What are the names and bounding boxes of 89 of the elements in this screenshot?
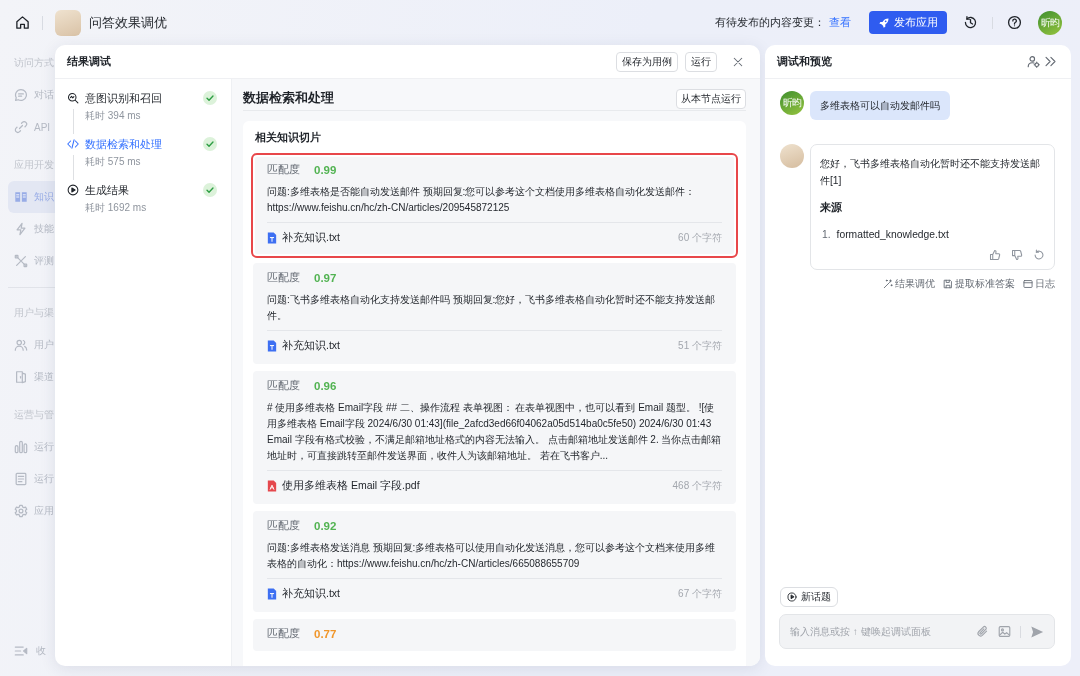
score-value: 0.92 [314, 520, 337, 532]
document-icon [267, 588, 277, 600]
step-title[interactable]: 数据检索和处理 [85, 137, 162, 151]
chunk-text: 问题:飞书多维表格自动化支持发送邮件吗 预期回复:您好，飞书多维表格自动化暂时还不能支持发送邮件。 [267, 293, 717, 323]
help-icon[interactable] [1007, 15, 1022, 30]
image-icon[interactable] [998, 625, 1011, 638]
score-label: 匹配度 [267, 163, 300, 177]
bar-chart-icon [14, 440, 28, 454]
rocket-icon [878, 16, 890, 29]
document-icon [14, 472, 28, 486]
step-duration: 耗时 394 ms [85, 109, 141, 123]
character-count: 51 个字符 [678, 339, 722, 353]
document-icon [267, 340, 277, 352]
notice-text: 有待发布的内容变更： [715, 15, 825, 30]
step-duration: 耗时 1692 ms [85, 201, 147, 215]
app-title: 问答效果调优 [89, 13, 167, 32]
new-topic-button[interactable]: 新话题 [780, 587, 838, 607]
step-duration: 耗时 575 ms [85, 155, 141, 169]
door-icon [14, 370, 28, 384]
user-avatar: 昕昀 [780, 91, 804, 115]
score-value: 0.77 [314, 628, 337, 640]
run-button[interactable]: 运行 [685, 51, 717, 72]
section-heading: 数据检索和处理 [243, 90, 334, 107]
message-text: 您好，飞书多维表格自动化暂时还不能支持发送邮件[1] [820, 157, 1041, 188]
chunk-text: 问题:多维表格发送消息 预期回复:多维表格可以使用自动化发送消息，您可以参考这个文档来使用多维表格的自动化：https://www.feishu.cn/hc/zh-CN/articles/665088655709 [267, 541, 717, 571]
message-composer[interactable]: 输入消息或按 ↑ 键唤起调试面板 [779, 614, 1055, 649]
lightning-icon [14, 222, 28, 236]
avatar-placeholder [780, 144, 804, 168]
double-chevron-icon[interactable] [1044, 55, 1057, 68]
sources-heading: 来源 [820, 200, 842, 215]
card-title: 相关知识切片 [255, 130, 321, 145]
character-count: 67 个字符 [678, 587, 722, 601]
user-message-bubble: 多维表格可以自动发邮件吗 [810, 91, 950, 120]
users-icon [14, 338, 28, 352]
view-link[interactable]: 查看 [829, 15, 851, 30]
chunk-text: 问题:多维表格是否能自动发送邮件 预期回复:您可以参考这个文档使用多维表格自动化发送邮件：https://www.feishu.cn/hc/zh-CN/articles/209545872125 [267, 185, 697, 215]
list-number: 1. [822, 228, 831, 242]
history-icon[interactable] [963, 15, 978, 30]
action-button[interactable]: 日志 [1023, 277, 1055, 291]
source-name: formatted_knowledge.txt [836, 228, 949, 242]
file-name[interactable]: 补充知识.txt [282, 587, 340, 601]
chat-icon [14, 88, 28, 102]
tools-icon [14, 254, 28, 268]
character-count: 60 个字符 [678, 231, 722, 245]
score-label: 匹配度 [267, 519, 300, 533]
score-value: 0.99 [314, 164, 337, 176]
wand-icon [883, 279, 893, 289]
code-icon [67, 138, 79, 150]
pdf-file-icon [267, 480, 277, 492]
magnifier-icon [67, 92, 79, 104]
link-icon [14, 120, 28, 134]
person-gear-icon[interactable] [1027, 55, 1040, 68]
action-button[interactable]: 提取标准答案 [943, 277, 1015, 291]
play-icon [67, 184, 79, 196]
score-value: 0.97 [314, 272, 337, 284]
refresh-icon[interactable] [1033, 249, 1045, 261]
step-title[interactable]: 意图识别和召回 [85, 91, 162, 105]
play-icon [787, 592, 797, 602]
publish-button[interactable]: 发布应用 [869, 11, 947, 34]
character-count: 468 个字符 [672, 479, 722, 493]
paperclip-icon[interactable] [976, 625, 989, 638]
step-title[interactable]: 生成结果 [85, 183, 129, 197]
collapse-icon [14, 644, 28, 658]
document-icon [267, 232, 277, 244]
home-icon[interactable] [15, 15, 30, 30]
settings-icon [14, 504, 28, 518]
action-button[interactable]: 结果调优 [883, 277, 935, 291]
run-from-node-button[interactable]: 从本节点运行 [676, 88, 746, 109]
score-value: 0.96 [314, 380, 337, 392]
thumbs-up-icon[interactable] [989, 249, 1001, 261]
file-name[interactable]: 使用多维表格 Email 字段.pdf [282, 479, 420, 493]
panel-title: 结果调试 [67, 54, 111, 69]
score-label: 匹配度 [267, 271, 300, 285]
score-label: 匹配度 [267, 379, 300, 393]
chunk-text: # 使用多维表格 Email字段 ## 二、操作流程 表单视图： 在表单视图中，也可以看到 Email 题型。 ![使用多维表格 Email字段 2024/6/30 01:43](file_2afcd3ed66f04062a05d514ba0c5fe50) 2024/6/30 01:43 Email 字段有格式校验，不满足邮箱地址格式的内容无法输入。 点击邮箱地址发送邮件 2. 当你点击邮箱地址时，可直接跳转至邮件发送界面，收件人为该邮箱地址。 若在飞书客户... [267, 401, 722, 463]
thumbs-down-icon[interactable] [1011, 249, 1023, 261]
message-input[interactable]: 输入消息或按 ↑ 键唤起调试面板 [790, 615, 967, 648]
save-icon [943, 279, 953, 289]
book-icon [14, 190, 28, 204]
send-icon[interactable] [1030, 624, 1044, 639]
window-icon [1023, 279, 1033, 289]
file-name[interactable]: 补充知识.txt [282, 231, 340, 245]
panel-title: 调试和预览 [777, 54, 832, 69]
score-label: 匹配度 [267, 627, 300, 641]
photo-placeholder [55, 9, 81, 36]
save-as-case-button[interactable]: 保存为用例 [616, 51, 678, 72]
file-name[interactable]: 补充知识.txt [282, 339, 340, 353]
user-avatar[interactable]: 昕昀 [1038, 10, 1062, 35]
close-icon[interactable] [732, 55, 744, 68]
